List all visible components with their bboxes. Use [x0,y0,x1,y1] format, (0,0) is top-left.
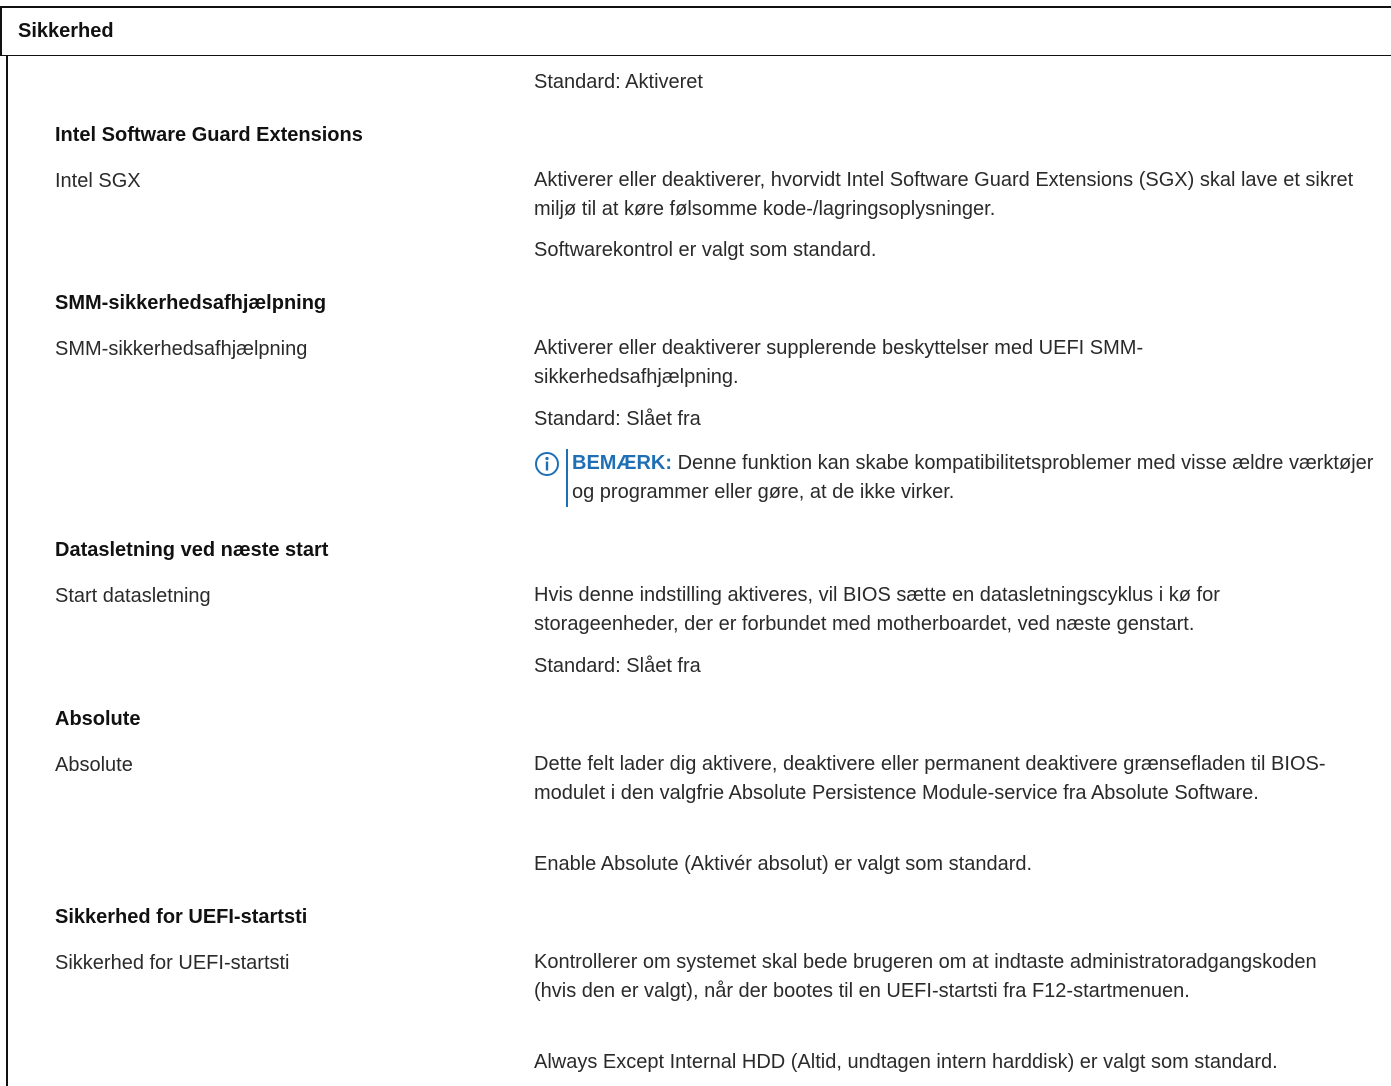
setting-description-absolute: Dette felt lader dig aktivere, deaktiver… [534,753,1326,804]
setting-label-absolute: Absolute [55,754,133,776]
setting-default-absolute: Enable Absolute (Aktivér absolut) er val… [534,853,1033,875]
section-heading-smm: SMM-sikkerhedsafhjælpning [55,292,327,314]
setting-label-wipe: Start datasletning [55,585,211,607]
section-heading-absolute: Absolute [55,708,141,730]
section-heading-wipe: Datasletning ved næste start [55,539,329,561]
setting-description-uefi: Kontrollerer om systemet skal bede bruge… [534,951,1317,1002]
setting-default-sgx: Softwarekontrol er valgt som standard. [534,239,877,261]
info-icon [535,452,559,476]
setting-default-uefi: Always Except Internal HDD (Altid, undta… [534,1051,1278,1073]
setting-label-uefi: Sikkerhed for UEFI-startsti [55,952,290,974]
setting-label-smm: SMM-sikkerhedsafhjælpning [55,338,308,360]
note-text: Denne funktion kan skabe kompatibilitets… [572,452,1374,503]
setting-default-smm: Standard: Slået fra [534,408,701,430]
setting-label-sgx: Intel SGX [55,170,141,192]
table-left-border [6,56,8,1086]
section-heading-uefi: Sikkerhed for UEFI-startsti [55,906,308,928]
setting-description-sgx: Aktiverer eller deaktiverer, hvorvidt In… [534,169,1354,220]
setting-default-wipe: Standard: Slået fra [534,655,701,677]
setting-description-smm: Aktiverer eller deaktiverer supplerende … [534,337,1144,388]
table-header: Sikkerhed [0,6,1391,56]
note-body: BEMÆRK: Denne funktion kan skabe kompati… [566,449,1384,507]
note-label: BEMÆRK: [572,452,672,474]
note-box-smm: BEMÆRK: Denne funktion kan skabe kompati… [534,449,1384,507]
setting-description-wipe: Hvis denne indstilling aktiveres, vil BI… [534,584,1220,635]
page-title: Sikkerhed [18,20,114,42]
section-heading-sgx: Intel Software Guard Extensions [55,124,363,146]
top-default-text: Standard: Aktiveret [534,71,703,93]
page-frame: Sikkerhed Standard: Aktiveret Intel Soft… [0,0,1391,1086]
